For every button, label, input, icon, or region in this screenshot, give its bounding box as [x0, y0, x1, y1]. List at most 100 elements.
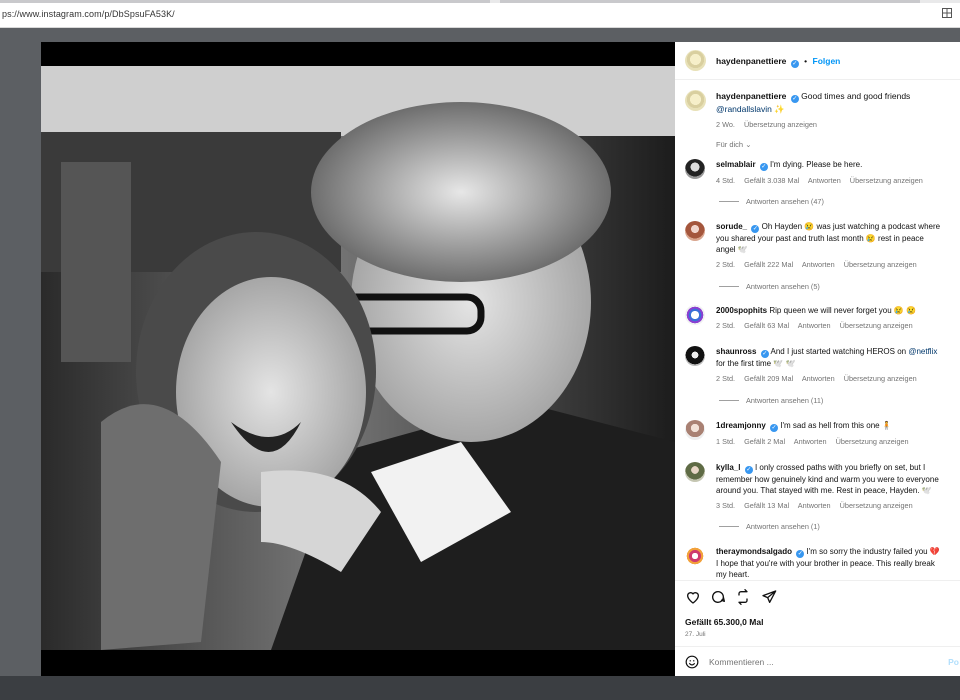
- comment-username[interactable]: theraymondsalgado: [716, 547, 792, 556]
- translate-button[interactable]: Übersetzung anzeigen: [840, 321, 913, 330]
- tab-grid-icon[interactable]: [942, 8, 952, 18]
- comment-avatar[interactable]: [685, 305, 705, 325]
- backdrop-lower-strip: [0, 676, 960, 700]
- comment-username[interactable]: shaunross: [716, 347, 756, 356]
- comment-text: Rip queen we will never forget you 😢 😢: [769, 306, 917, 315]
- action-icons: [685, 589, 784, 605]
- verified-icon: ✓: [751, 225, 760, 233]
- translate-button[interactable]: Übersetzung anzeigen: [836, 437, 909, 446]
- add-comment-bar: Po: [675, 646, 960, 676]
- comment-username[interactable]: kylla_l: [716, 463, 740, 472]
- share-icon[interactable]: [761, 589, 777, 605]
- comment-text: I'm so sorry the industry failed you 💔: [806, 547, 940, 556]
- post-comment-button[interactable]: Po: [948, 657, 959, 667]
- author-avatar[interactable]: [685, 50, 706, 71]
- comment-text: for the first time 🕊️ 🕊️: [716, 359, 796, 368]
- view-replies[interactable]: Antworten ansehen (11): [719, 396, 823, 405]
- comment-avatar[interactable]: [685, 420, 705, 440]
- comment-text: Oh Hayden 😢 was just watching a podcast …: [761, 222, 941, 231]
- verified-icon: ✓: [796, 550, 805, 558]
- comment-icon[interactable]: [710, 589, 726, 605]
- comment-text: I only crossed paths with you briefly on…: [754, 463, 926, 472]
- translate-button[interactable]: Übersetzung anzeigen: [844, 260, 917, 269]
- comment-avatar[interactable]: [685, 462, 705, 482]
- caption-username[interactable]: haydenpanettiere: [716, 91, 786, 101]
- reply-button[interactable]: Antworten: [808, 176, 841, 185]
- caption-mention[interactable]: @randallslavin: [716, 104, 772, 114]
- view-replies[interactable]: Antworten ansehen (1): [719, 522, 820, 531]
- reply-button[interactable]: Antworten: [802, 260, 835, 269]
- verified-icon: ✓: [744, 466, 753, 474]
- post-date: 27. Juli: [685, 631, 706, 638]
- photo-image: [41, 42, 675, 676]
- comment-username[interactable]: 2000spophits: [716, 306, 767, 315]
- comment-likes[interactable]: Gefällt 63 Mal: [744, 321, 789, 330]
- comment-likes[interactable]: Gefällt 13 Mal: [744, 501, 789, 510]
- caption-avatar[interactable]: [685, 90, 706, 111]
- verified-icon: ✓: [790, 60, 799, 68]
- repost-icon[interactable]: [735, 589, 751, 605]
- comment-text: I'm dying. Please be here.: [770, 160, 863, 169]
- view-replies[interactable]: Antworten ansehen (47): [719, 197, 824, 206]
- comment-likes[interactable]: Gefällt 2 Mal: [744, 437, 785, 446]
- comment-text: remember how genuinely kind and warm you…: [716, 475, 939, 484]
- browser-tab-strip: [0, 0, 960, 3]
- comment-username[interactable]: 1dreamjonny: [716, 421, 766, 430]
- translate-button[interactable]: Übersetzung anzeigen: [850, 176, 923, 185]
- comment-likes[interactable]: Gefällt 3.038 Mal: [744, 176, 799, 185]
- caption-age: 2 Wo.: [716, 120, 735, 129]
- comment-age: 2 Std.: [716, 321, 736, 330]
- comment-age: 1 Std.: [716, 437, 736, 446]
- reply-button[interactable]: Antworten: [798, 321, 831, 330]
- comment-text: around you. That stayed with me. Rest in…: [716, 486, 932, 495]
- author-username[interactable]: haydenpanettiere: [716, 56, 786, 66]
- comment-mention[interactable]: @netflix: [908, 347, 937, 356]
- heart-icon[interactable]: [685, 589, 701, 605]
- post-header: haydenpanettiere ✓ • Folgen: [675, 42, 960, 80]
- verified-icon: ✓: [790, 95, 799, 103]
- comment-text: I hope that you're with your brother in …: [716, 559, 935, 568]
- comment-text: angel 🕊️: [716, 245, 748, 254]
- address-url[interactable]: ps://www.instagram.com/p/DbSpsuFA53K/: [2, 9, 175, 19]
- translate-button[interactable]: Übersetzung anzeigen: [840, 501, 913, 510]
- comment-avatar[interactable]: [685, 346, 705, 366]
- post-photo[interactable]: [41, 42, 675, 676]
- comment-filter[interactable]: Für dich ⌄: [716, 140, 751, 149]
- reply-button[interactable]: Antworten: [798, 501, 831, 510]
- header-line: haydenpanettiere ✓ • Folgen: [716, 56, 840, 68]
- comment-likes[interactable]: Gefällt 222 Mal: [744, 260, 793, 269]
- translate-button[interactable]: Übersetzung anzeigen: [844, 374, 917, 383]
- follow-button[interactable]: Folgen: [813, 56, 841, 66]
- reply-button[interactable]: Antworten: [794, 437, 827, 446]
- comment-text: And I just started watching HEROS on: [770, 347, 907, 356]
- comment-username[interactable]: sorude_: [716, 222, 747, 231]
- post-side-panel: haydenpanettiere ✓ • Folgen haydenpanett…: [675, 42, 960, 676]
- dot-separator: •: [804, 56, 808, 66]
- comment-avatar[interactable]: [685, 159, 705, 179]
- caption-translate[interactable]: Übersetzung anzeigen: [744, 120, 817, 129]
- verified-icon: ✓: [760, 350, 769, 358]
- replies-dash: [719, 201, 739, 202]
- comment-avatar[interactable]: [685, 221, 705, 241]
- comment-age: 3 Std.: [716, 501, 736, 510]
- view-replies[interactable]: Antworten ansehen (5): [719, 282, 820, 291]
- view-replies-label: Antworten ansehen (5): [746, 282, 820, 291]
- comment-username[interactable]: selmablair: [716, 160, 756, 169]
- browser-address-bar: ps://www.instagram.com/p/DbSpsuFA53K/: [0, 0, 960, 28]
- view-replies-label: Antworten ansehen (11): [746, 396, 824, 405]
- emoji-icon[interactable]: [685, 655, 699, 669]
- post-actions: Gefällt 65.300,0 Mal 27. Juli: [675, 580, 960, 642]
- comment-avatar[interactable]: [685, 546, 705, 566]
- comment-age: 4 Std.: [716, 176, 736, 185]
- comment-input[interactable]: [709, 657, 909, 667]
- caption-text: Good times and good friends: [801, 91, 911, 101]
- comment-text: my heart.: [716, 570, 750, 579]
- comment-text: you shared your past and truth last mont…: [716, 234, 924, 243]
- reply-button[interactable]: Antworten: [802, 374, 835, 383]
- likes-count[interactable]: Gefällt 65.300,0 Mal: [685, 617, 763, 627]
- verified-icon: ✓: [770, 424, 779, 432]
- comment-text: I'm sad as hell from this one 🧍: [780, 421, 892, 430]
- comment-likes[interactable]: Gefällt 209 Mal: [744, 374, 793, 383]
- view-replies-label: Antworten ansehen (47): [746, 197, 824, 206]
- chevron-down-icon: ⌄: [745, 140, 752, 149]
